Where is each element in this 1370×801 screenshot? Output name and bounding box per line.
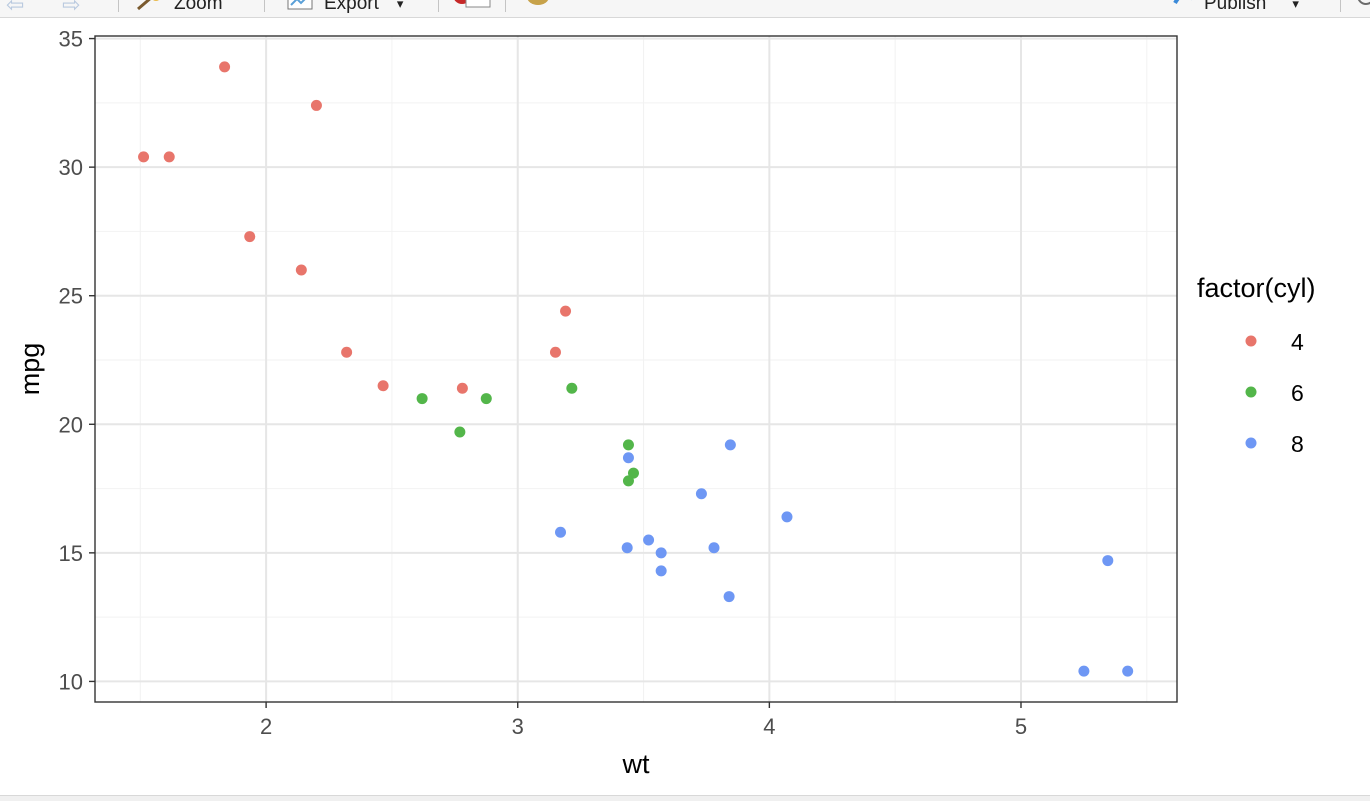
plot-toolbar: ⇦ ⇨ Zoom Export ▾ Publish ▾ (0, 0, 1370, 18)
data-point-cyl-8 (781, 511, 793, 523)
publish-icon (1172, 0, 1196, 17)
data-point-cyl-4 (219, 61, 231, 73)
refresh-icon (1352, 0, 1370, 17)
x-tick-label: 2 (260, 714, 272, 739)
back-arrow-icon[interactable]: ⇦ (6, 0, 24, 17)
toolbar-divider (264, 0, 265, 12)
data-point-cyl-8 (1102, 555, 1114, 567)
legend: factor(cyl) 4 6 8 (1197, 273, 1316, 457)
y-tick-label: 25 (59, 284, 83, 309)
status-bar (0, 795, 1370, 801)
data-point-cyl-8 (1122, 665, 1134, 677)
forward-arrow-icon[interactable]: ⇨ (62, 0, 80, 17)
data-point-cyl-8 (555, 526, 567, 538)
zoom-icon (132, 0, 164, 17)
y-tick-label: 30 (59, 155, 83, 180)
data-point-cyl-4 (377, 380, 389, 392)
y-axis-title: mpg (15, 343, 45, 396)
minor-gridlines (95, 36, 1177, 702)
clear-all-icon (464, 0, 492, 17)
legend-label-6: 6 (1291, 380, 1304, 406)
data-point-cyl-8 (1078, 665, 1090, 677)
zoom-label: Zoom (174, 0, 223, 14)
data-point-cyl-6 (566, 382, 578, 394)
legend-label-4: 4 (1291, 329, 1304, 355)
toolbar-divider (1340, 0, 1341, 12)
refresh-button[interactable] (1352, 0, 1370, 15)
x-tick-label: 4 (763, 714, 775, 739)
data-point-cyl-4 (295, 264, 307, 276)
y-tick-label: 20 (59, 412, 83, 437)
chevron-down-icon: ▾ (1292, 0, 1299, 11)
export-icon (286, 0, 314, 17)
broom-button[interactable] (522, 0, 556, 15)
data-point-cyl-8 (708, 542, 720, 554)
toolbar-divider (118, 0, 119, 12)
y-tick-label: 10 (59, 669, 83, 694)
y-tick-label: 35 (59, 27, 83, 52)
publish-button[interactable]: Publish ▾ (1172, 0, 1299, 15)
data-point-cyl-8 (723, 591, 735, 603)
data-point-cyl-4 (549, 346, 561, 358)
legend-key-6 (1245, 386, 1257, 398)
broom-icon (522, 0, 556, 17)
legend-key-8 (1245, 437, 1257, 449)
scatter-plot: 10 15 20 25 30 35 2 3 4 5 wt mpg factor(cyl) 4 6 8 (15, 27, 1316, 779)
data-point-cyl-4 (138, 151, 150, 163)
data-point-cyl-4 (456, 382, 468, 394)
legend-key-4 (1245, 335, 1257, 347)
x-axis: 2 3 4 5 (260, 702, 1027, 739)
data-point-cyl-8 (621, 542, 633, 554)
data-point-cyl-8 (724, 439, 736, 451)
zoom-button[interactable]: Zoom (132, 0, 223, 15)
data-point-cyl-4 (163, 151, 175, 163)
x-tick-label: 5 (1015, 714, 1027, 739)
data-point-cyl-8 (643, 534, 655, 546)
export-label: Export (324, 0, 379, 14)
data-point-cyl-6 (480, 393, 492, 405)
data-point-cyl-6 (454, 426, 466, 438)
data-point-cyl-6 (622, 475, 634, 487)
data-point-cyl-4 (341, 346, 353, 358)
data-point-cyl-6 (622, 439, 634, 451)
y-axis: 10 15 20 25 30 35 (59, 27, 95, 694)
panel-border (94, 35, 1178, 703)
data-point-cyl-8 (695, 488, 707, 500)
legend-label-8: 8 (1291, 431, 1304, 457)
data-point-cyl-8 (655, 565, 667, 577)
data-point-cyl-4 (560, 305, 572, 317)
export-button[interactable]: Export ▾ (286, 0, 403, 15)
chevron-down-icon: ▾ (396, 0, 404, 11)
x-axis-title: wt (622, 749, 650, 779)
toolbar-divider (438, 0, 439, 12)
publish-label: Publish (1204, 0, 1267, 14)
toolbar-divider (505, 0, 506, 12)
data-points (138, 61, 1134, 677)
major-gridlines (95, 36, 1177, 702)
y-tick-label: 15 (59, 541, 83, 566)
x-tick-label: 3 (512, 714, 524, 739)
data-point-cyl-4 (244, 231, 256, 243)
data-point-cyl-6 (416, 393, 428, 405)
clear-all-button[interactable] (464, 0, 492, 15)
data-point-cyl-8 (655, 547, 667, 559)
legend-title: factor(cyl) (1197, 273, 1316, 303)
data-point-cyl-8 (622, 452, 634, 464)
data-point-cyl-4 (310, 99, 322, 111)
